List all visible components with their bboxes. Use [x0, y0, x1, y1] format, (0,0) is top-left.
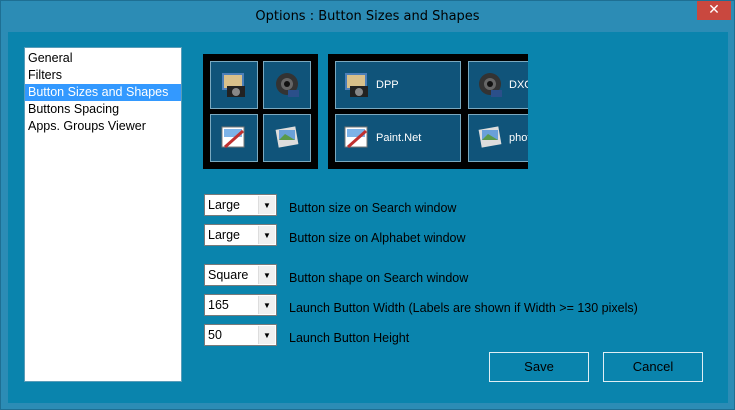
alphabet-size-select[interactable]: Large ▼ [204, 224, 277, 246]
launch-height-value: 50 [208, 328, 222, 342]
preview-tile-label: DXO [509, 79, 528, 91]
options-category-list[interactable]: General Filters Button Sizes and Shapes … [24, 47, 182, 382]
dialog-client-area: General Filters Button Sizes and Shapes … [8, 32, 728, 403]
chevron-down-icon[interactable]: ▼ [258, 266, 275, 284]
preview-tile-label: Paint.Net [376, 132, 422, 144]
search-shape-value: Square [208, 268, 249, 282]
nav-item-buttons-spacing[interactable]: Buttons Spacing [25, 101, 181, 118]
launch-width-label: Launch Button Width (Labels are shown if… [289, 301, 638, 315]
alphabet-size-label: Button size on Alphabet window [289, 231, 466, 245]
preview-tile: DXO [468, 61, 528, 109]
search-shape-select[interactable]: Square ▼ [204, 264, 277, 286]
preview-tile [210, 61, 258, 109]
nav-item-button-sizes-and-shapes[interactable]: Button Sizes and Shapes [25, 84, 181, 101]
chevron-down-icon[interactable]: ▼ [258, 226, 275, 244]
nav-item-filters[interactable]: Filters [25, 67, 181, 84]
camera-app-icon [222, 73, 245, 97]
window-title: Options : Button Sizes and Shapes [255, 9, 480, 24]
preview-tile: Paint.Net [335, 114, 461, 162]
alphabet-size-value: Large [208, 228, 240, 242]
nav-item-apps-groups-viewer[interactable]: Apps. Groups Viewer [25, 118, 181, 135]
options-window: Options : Button Sizes and Shapes ✕ Gene… [0, 0, 735, 410]
search-size-select[interactable]: Large ▼ [204, 194, 277, 216]
preview-tile [210, 114, 258, 162]
title-bar[interactable]: Options : Button Sizes and Shapes ✕ [1, 1, 734, 32]
search-shape-label: Button shape on Search window [289, 271, 469, 285]
photo-app-icon [275, 126, 299, 148]
chevron-down-icon[interactable]: ▼ [258, 326, 275, 344]
launch-height-select[interactable]: 50 ▼ [204, 324, 277, 346]
chevron-down-icon[interactable]: ▼ [258, 296, 275, 314]
preview-tile [263, 114, 311, 162]
camera-app-icon [345, 73, 368, 97]
paint-app-icon [221, 126, 245, 149]
photo-app-icon [478, 126, 502, 148]
launch-width-select[interactable]: 165 ▼ [204, 294, 277, 316]
paint-app-icon [344, 126, 368, 149]
launch-width-value: 165 [208, 298, 229, 312]
chevron-down-icon[interactable]: ▼ [258, 196, 275, 214]
preview-tile: DPP [335, 61, 461, 109]
launch-height-label: Launch Button Height [289, 331, 410, 345]
search-size-value: Large [208, 198, 240, 212]
close-button[interactable]: ✕ [697, 1, 731, 20]
nav-item-general[interactable]: General [25, 50, 181, 67]
preview-tile [263, 61, 311, 109]
small-button-preview [203, 54, 318, 169]
preview-tile-label: DPP [376, 79, 399, 91]
large-button-preview: DPP DXO Paint.Net [328, 54, 528, 169]
preview-tile-label: phot [509, 132, 528, 144]
cancel-button[interactable]: Cancel [603, 352, 703, 382]
save-button[interactable]: Save [489, 352, 589, 382]
search-size-label: Button size on Search window [289, 201, 457, 215]
lens-app-icon [479, 73, 502, 97]
lens-app-icon [276, 73, 299, 97]
preview-tile: phot [468, 114, 528, 162]
